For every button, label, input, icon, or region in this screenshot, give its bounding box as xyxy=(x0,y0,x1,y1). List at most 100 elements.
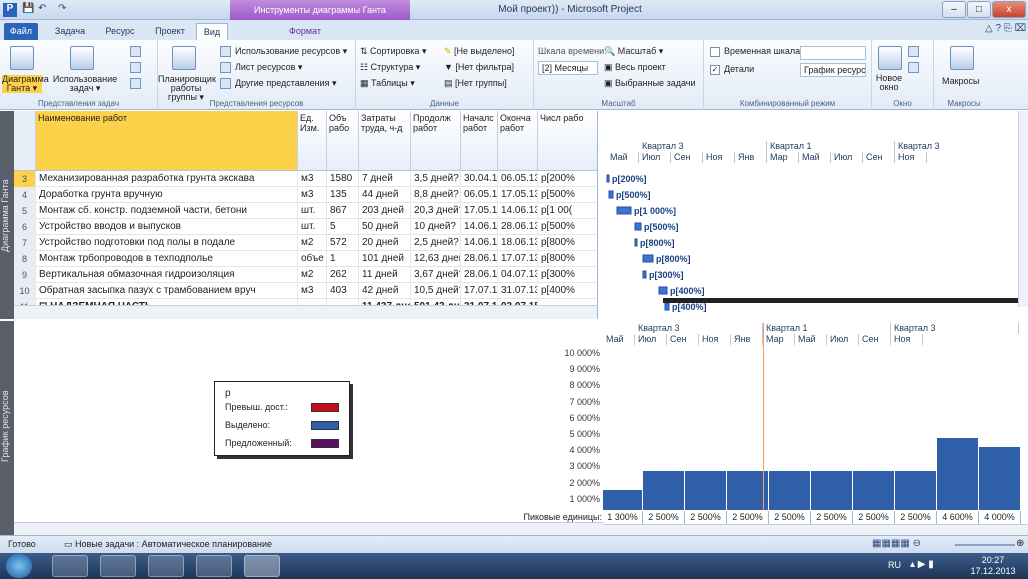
clock-time[interactable]: 20:27 xyxy=(968,555,1018,565)
unit-cell[interactable]: м3 xyxy=(298,171,327,187)
unit-cell[interactable]: м2 xyxy=(298,267,327,283)
start-cell[interactable]: 30.04.13 xyxy=(461,171,498,187)
entire-project-button[interactable]: ▣ Весь проект xyxy=(604,62,666,73)
tab-file[interactable]: Файл xyxy=(4,23,38,40)
task-name-cell[interactable]: Монтаж трбопроводов в техподполье xyxy=(36,251,298,267)
group-dropdown[interactable]: ▤ [Нет группы] xyxy=(444,78,507,89)
gantt-task-bar[interactable] xyxy=(616,206,632,215)
outline-button[interactable]: ☷ Структура ▾ xyxy=(360,62,420,73)
unit-cell[interactable]: м3 xyxy=(298,283,327,299)
details-checkbox[interactable]: ✓ xyxy=(710,65,720,75)
save-icon[interactable]: 💾 xyxy=(22,3,34,17)
horizontal-scrollbar[interactable] xyxy=(14,305,597,319)
table-row[interactable]: 3 Механизированная разработка грунта экск… xyxy=(14,171,597,187)
column-header-duration[interactable]: Продолж работ xyxy=(411,111,461,171)
row-number[interactable]: 8 xyxy=(14,251,36,267)
start-cell[interactable]: 17.05.13 xyxy=(461,203,498,219)
other-views-button[interactable]: Другие представления ▾ xyxy=(235,78,337,89)
task-name-cell[interactable]: Механизированная разработка грунта экска… xyxy=(36,171,298,187)
macros-button[interactable]: Макросы xyxy=(942,76,980,86)
row-number[interactable]: 9 xyxy=(14,267,36,283)
gantt-task-bar[interactable] xyxy=(606,174,610,183)
unit-cell[interactable]: м3 xyxy=(298,187,327,203)
volume-cell[interactable]: 5 xyxy=(327,219,359,235)
number-cell[interactable]: р[400% xyxy=(538,283,597,299)
histogram-bar[interactable] xyxy=(895,471,937,510)
timeline-checkbox[interactable] xyxy=(710,47,720,57)
number-cell[interactable]: р[800% xyxy=(538,251,597,267)
task-name-cell[interactable]: Устройство подготовки под полы в подале xyxy=(36,235,298,251)
resource-sheet-button[interactable]: Лист ресурсов ▾ xyxy=(235,62,302,73)
histogram-bar[interactable] xyxy=(603,490,643,510)
task-name-cell[interactable]: Вертикальная обмазочная гидроизоляция xyxy=(36,267,298,283)
language-indicator[interactable]: RU xyxy=(888,560,901,570)
gantt-view-button[interactable]: Диаграмма Ганта ▾ xyxy=(2,75,49,93)
gantt-task-bar[interactable] xyxy=(608,190,614,199)
gantt-task-bar[interactable] xyxy=(634,222,642,231)
number-cell[interactable]: р[500% xyxy=(538,187,597,203)
outlook-taskbar-icon[interactable] xyxy=(100,555,136,577)
finish-cell[interactable]: 17.05.13 xyxy=(498,187,538,203)
number-cell[interactable]: р[800% xyxy=(538,235,597,251)
column-header-number[interactable]: Числ рабо xyxy=(538,111,597,171)
start-cell[interactable]: 14.06.13 xyxy=(461,219,498,235)
row-number[interactable]: 4 xyxy=(14,187,36,203)
histogram-bar[interactable] xyxy=(685,471,727,510)
table-row[interactable]: 8 Монтаж трбопроводов в техподполье объе 1 1… xyxy=(14,251,597,267)
labor-cell[interactable]: 11 дней xyxy=(359,267,411,283)
task-name-cell[interactable]: Устройство вводов и выпусков xyxy=(36,219,298,235)
row-number[interactable]: 6 xyxy=(14,219,36,235)
task-name-cell[interactable]: Монтаж сб. констр. подземной части, бето… xyxy=(36,203,298,219)
labor-cell[interactable]: 50 дней xyxy=(359,219,411,235)
table-row[interactable]: 10 Обратная засыпка пазух с трамбованием … xyxy=(14,283,597,299)
minimize-button[interactable]: – xyxy=(942,1,966,18)
volume-cell[interactable]: 867 xyxy=(327,203,359,219)
app-icon[interactable]: P xyxy=(3,3,17,17)
number-cell[interactable]: р[300% xyxy=(538,267,597,283)
start-button[interactable] xyxy=(6,554,32,578)
unit-cell[interactable]: шт. xyxy=(298,203,327,219)
volume-cell[interactable]: 262 xyxy=(327,267,359,283)
lower-horizontal-scrollbar[interactable] xyxy=(14,522,604,535)
help-icon[interactable]: △ ? ⎘ ⌧ xyxy=(985,23,1026,34)
finish-cell[interactable]: 18.06.13 xyxy=(498,235,538,251)
finish-cell[interactable]: 28.06.13 xyxy=(498,219,538,235)
finish-cell[interactable]: 04.07.13 xyxy=(498,267,538,283)
view-bar-gantt[interactable]: Диаграмма Ганта xyxy=(0,111,14,319)
team-planner-button[interactable]: Планировщик работы группы ▾ xyxy=(158,75,216,102)
details-view-dropdown[interactable]: График ресурс xyxy=(800,63,866,77)
labor-cell[interactable]: 101 дней xyxy=(359,251,411,267)
finish-cell[interactable]: 06.05.13 xyxy=(498,171,538,187)
gantt-summary-bar[interactable] xyxy=(663,298,1018,303)
vertical-scrollbar[interactable] xyxy=(1018,111,1028,307)
project-taskbar-icon[interactable] xyxy=(244,555,280,577)
table-row[interactable]: 9 Вертикальная обмазочная гидроизоляция м2… xyxy=(14,267,597,283)
column-header-labor[interactable]: Затраты труда, ч-д xyxy=(359,111,411,171)
tab-format[interactable]: Формат xyxy=(280,23,330,40)
column-header-unit[interactable]: Ед. Изм. xyxy=(298,111,327,171)
table-row[interactable]: 5 Монтаж сб. констр. подземной части, бет… xyxy=(14,203,597,219)
duration-cell[interactable]: 3,67 дней? xyxy=(411,267,461,283)
gantt-task-bar[interactable] xyxy=(642,254,654,263)
task-usage-button[interactable]: Использование задач ▾ xyxy=(50,75,120,93)
tab-task[interactable]: Задача xyxy=(48,23,92,40)
table-row[interactable]: 4 Доработка грунта вручную м3 135 44 дней 8,8… xyxy=(14,187,597,203)
explorer-taskbar-icon[interactable] xyxy=(52,555,88,577)
histogram-bar[interactable] xyxy=(979,447,1021,510)
task-name-cell[interactable]: Обратная засыпка пазух с трамбованием вр… xyxy=(36,283,298,299)
redo-icon[interactable]: ↷ xyxy=(58,3,66,17)
finish-cell[interactable]: 14.06.13 xyxy=(498,203,538,219)
chrome-taskbar-icon[interactable] xyxy=(148,555,184,577)
undo-icon[interactable]: ↶ xyxy=(38,3,46,17)
arrange-icon[interactable] xyxy=(908,46,919,57)
tray-icons[interactable]: ▴ ▶ ▮ xyxy=(910,559,934,570)
row-number[interactable]: 5 xyxy=(14,203,36,219)
column-header-volume[interactable]: Объ рабо xyxy=(327,111,359,171)
volume-cell[interactable]: 1 xyxy=(327,251,359,267)
gantt-task-bar[interactable] xyxy=(634,238,638,247)
number-cell[interactable]: р[200% xyxy=(538,171,597,187)
start-cell[interactable]: 28.06.13 xyxy=(461,251,498,267)
histogram-bar[interactable] xyxy=(643,471,685,510)
column-header-name[interactable]: Наименование работ xyxy=(36,111,298,171)
table-row[interactable]: 6 Устройство вводов и выпусков шт. 5 50 дней… xyxy=(14,219,597,235)
